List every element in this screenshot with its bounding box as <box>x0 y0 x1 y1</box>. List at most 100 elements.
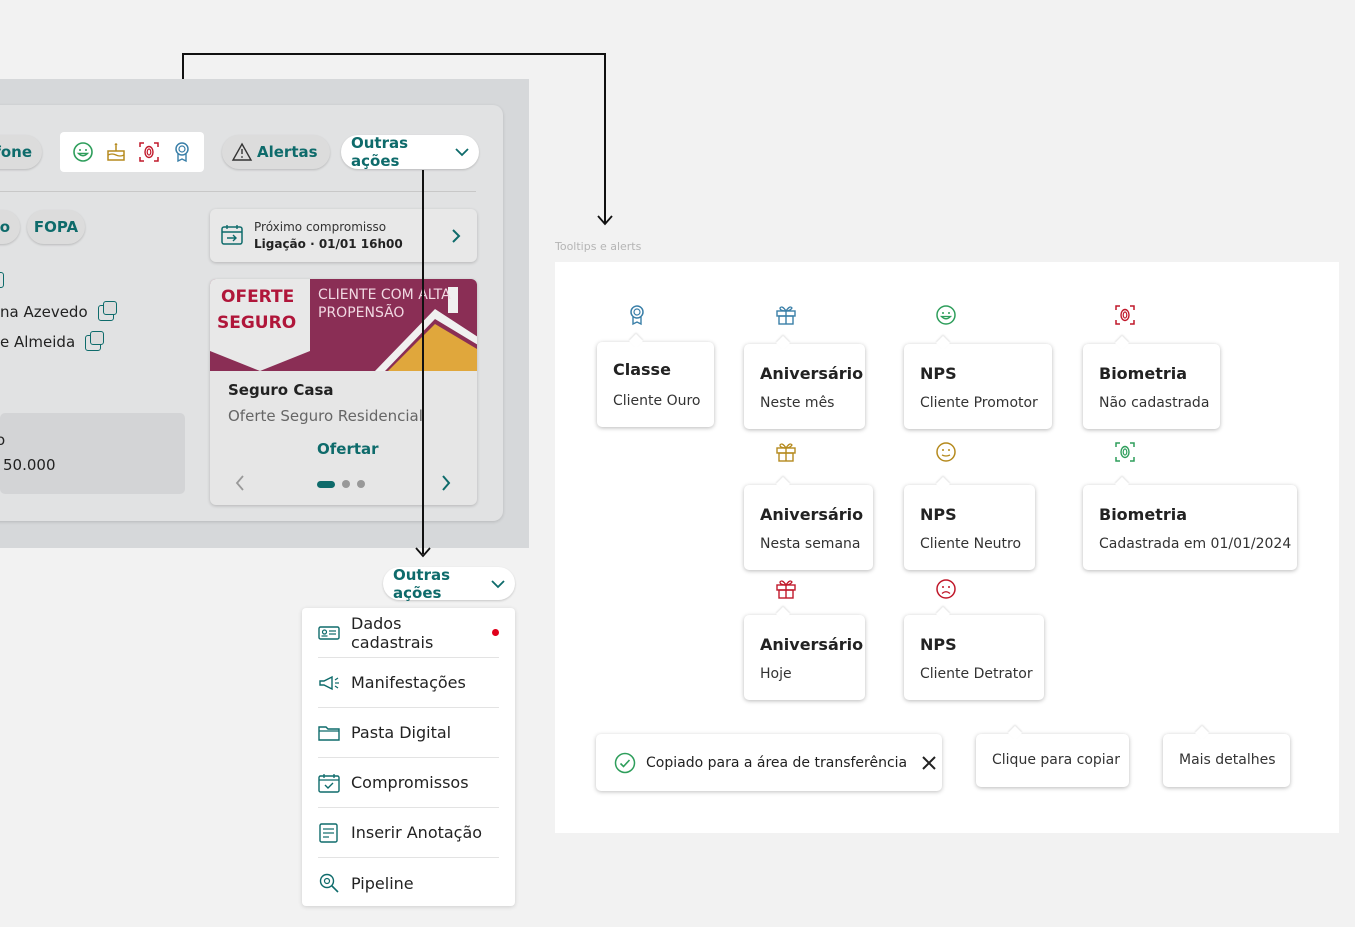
contact-row: na Azevedo <box>0 300 117 321</box>
info-value: 50.000 <box>3 456 56 474</box>
pager-dot[interactable] <box>357 480 365 488</box>
phone-button[interactable]: fone <box>0 135 42 169</box>
sad-face-icon <box>936 579 956 599</box>
offer-banner: OFERTE SEGURO CLIENTE COM ALTA PROPENSÃO <box>210 279 477 371</box>
copy-icon[interactable] <box>85 330 105 351</box>
panel-caption: Tooltips e alerts <box>555 240 642 253</box>
tooltip-title: NPS <box>920 364 957 383</box>
tooltip-aniversario-hoje: Aniversário Hoje <box>744 615 865 700</box>
carousel-pager <box>317 480 365 488</box>
pager-dot-active[interactable] <box>317 480 335 488</box>
connector-line <box>604 53 606 223</box>
menu-item-label: Manifestações <box>351 673 466 692</box>
tooltip-aniversario-mes: Aniversário Neste mês <box>744 344 865 429</box>
contact-name: e Almeida <box>0 333 76 351</box>
tooltip-classe: Classe Cliente Ouro <box>597 342 714 427</box>
tooltip-subtitle: Nesta semana <box>760 536 861 552</box>
partial-icon <box>0 272 4 288</box>
banner-right-line1: CLIENTE COM ALTA <box>318 287 451 303</box>
tooltip-biometria-nao: Biometria Não cadastrada <box>1083 344 1220 429</box>
alerts-button[interactable]: Alertas <box>222 135 330 169</box>
chevron-left-icon[interactable] <box>235 475 245 491</box>
award-badge-icon <box>630 305 644 326</box>
tooltip-text: Clique para copiar <box>992 752 1121 768</box>
outras-acoes-label: Outras ações <box>393 565 451 602</box>
tooltip-title: Biometria <box>1099 364 1188 383</box>
connector-line <box>182 53 606 55</box>
note-icon <box>319 822 338 843</box>
appointment-title: Próximo compromisso <box>254 220 387 234</box>
tooltip-aniversario-semana: Aniversário Nesta semana <box>744 485 873 570</box>
menu-item-pipeline[interactable]: Pipeline <box>318 858 499 908</box>
info-box: o 50.000 <box>0 413 185 494</box>
chevron-right-icon <box>452 229 461 243</box>
phone-label: fone <box>0 143 32 161</box>
tag-label: o <box>0 218 10 236</box>
tag-chip-fopa: FOPA <box>27 210 85 244</box>
calendar-check-icon <box>318 773 340 793</box>
menu-item-dados-cadastrais[interactable]: Dados cadastrais <box>318 608 499 658</box>
tooltip-details: Mais detalhes <box>1163 734 1290 787</box>
id-card-icon <box>318 625 340 640</box>
menu-item-label: Dados cadastrais <box>351 613 434 652</box>
fingerprint-icon <box>1115 305 1135 325</box>
copy-icon[interactable] <box>97 300 117 321</box>
pipeline-icon <box>319 873 339 893</box>
tooltip-subtitle: Cliente Detrator <box>920 666 1033 682</box>
tooltip-title: Aniversário <box>760 364 864 383</box>
gift-icon <box>776 580 796 599</box>
contact-row: e Almeida <box>0 330 105 351</box>
chevron-down-icon <box>455 148 469 157</box>
gift-icon <box>776 443 796 462</box>
menu-item-compromissos[interactable]: Compromissos <box>318 758 499 808</box>
menu-item-label: Inserir Anotação <box>351 823 483 842</box>
award-badge-icon[interactable] <box>171 141 193 163</box>
toast-message: Copiado para a área de transferência <box>646 754 908 771</box>
actions-menu: Dados cadastrais Manifestações Pasta Dig… <box>302 608 515 906</box>
menu-item-pasta-digital[interactable]: Pasta Digital <box>318 708 499 758</box>
birthday-cake-icon[interactable] <box>105 141 127 163</box>
appointment-detail: Ligação · 01/01 16h00 <box>254 237 403 251</box>
chevron-right-icon[interactable] <box>441 475 451 491</box>
smile-icon <box>936 305 956 325</box>
neutral-face-icon <box>936 442 956 462</box>
close-icon[interactable] <box>921 755 937 771</box>
chevron-down-icon <box>491 579 505 588</box>
menu-item-inserir-anotacao[interactable]: Inserir Anotação <box>318 808 499 858</box>
outras-acoes-label: Outras ações <box>351 134 409 170</box>
tooltip-title: NPS <box>920 635 957 654</box>
offer-cta[interactable]: Ofertar <box>317 440 379 458</box>
tooltip-subtitle: Hoje <box>760 666 792 682</box>
tooltip-text: Mais detalhes <box>1179 752 1276 768</box>
alert-dot <box>492 629 499 636</box>
outras-acoes-button[interactable]: Outras ações <box>341 134 479 170</box>
header-divider <box>0 191 476 192</box>
tooltip-nps-promotor: NPS Cliente Promotor <box>904 344 1052 429</box>
tooltip-title: Aniversário <box>760 505 864 524</box>
smile-icon[interactable] <box>72 141 94 163</box>
banner-left-line2: SEGURO <box>217 313 297 333</box>
tag-label: FOPA <box>33 218 79 236</box>
pager-dot[interactable] <box>342 480 350 488</box>
tooltip-subtitle: Cadastrada em 01/01/2024 <box>1099 536 1292 552</box>
alerts-label: Alertas <box>257 143 318 161</box>
tooltip-nps-detrator: NPS Cliente Detrator <box>904 615 1044 700</box>
menu-item-label: Pasta Digital <box>351 723 452 742</box>
arrow-head <box>597 215 613 226</box>
menu-item-manifestacoes[interactable]: Manifestações <box>318 658 499 708</box>
menu-item-label: Pipeline <box>351 873 414 893</box>
tooltip-nps-neutro: NPS Cliente Neutro <box>904 485 1035 570</box>
tooltip-subtitle: Não cadastrada <box>1099 395 1210 411</box>
gift-icon <box>776 306 796 325</box>
tooltip-copy: Clique para copiar <box>976 734 1129 787</box>
copied-toast: Copiado para a área de transferência <box>596 734 942 791</box>
outras-acoes-button-open[interactable]: Outras ações <box>383 565 515 602</box>
warning-icon <box>231 142 253 161</box>
fingerprint-icon[interactable] <box>138 141 160 163</box>
check-circle-icon <box>614 752 636 773</box>
tooltip-title: Classe <box>613 360 671 379</box>
next-appointment-card[interactable]: Próximo compromisso Ligação · 01/01 16h0… <box>210 209 477 262</box>
connector-line <box>422 170 424 554</box>
tooltip-title: Biometria <box>1099 505 1188 524</box>
tooltip-subtitle: Neste mês <box>760 395 835 411</box>
